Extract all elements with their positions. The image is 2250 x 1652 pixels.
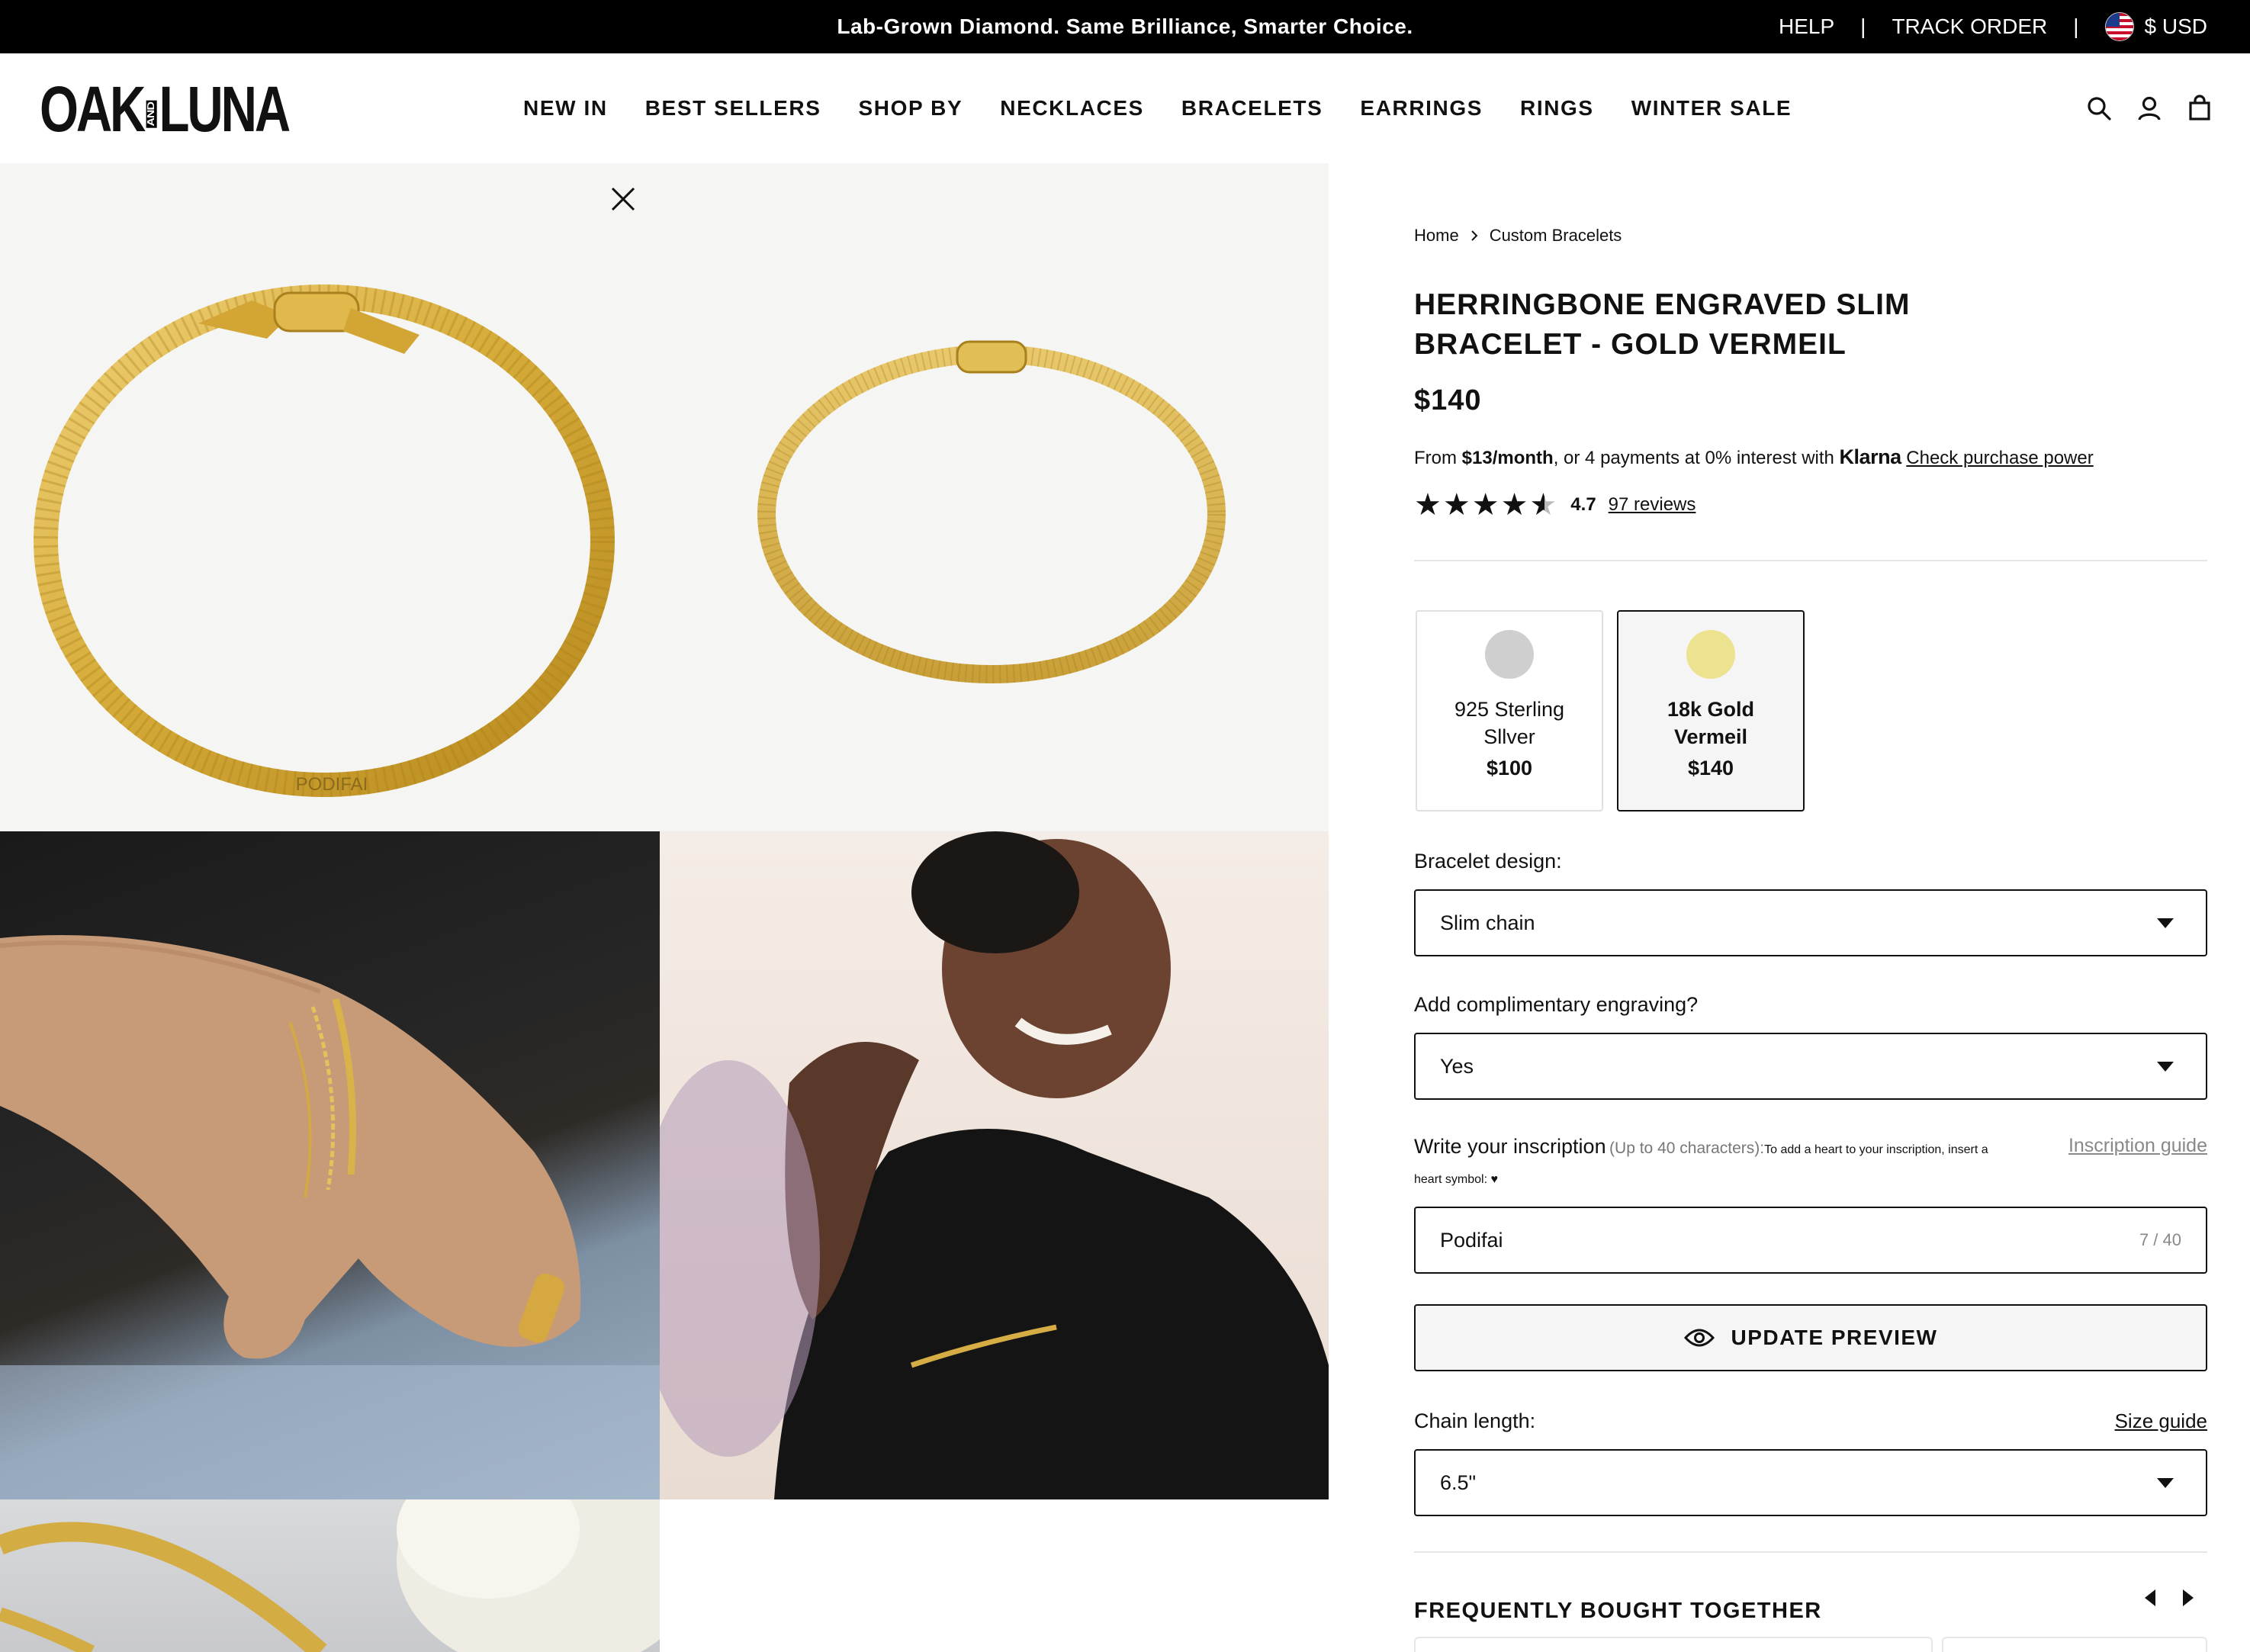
metal-price: $100 <box>1486 757 1533 779</box>
inscription-heart-note: heart symbol: ♥ <box>1414 1173 1498 1186</box>
bag-icon[interactable] <box>2186 95 2213 122</box>
chain-length-value: 6.5" <box>1440 1470 1477 1494</box>
site-header: OAK ANDLUNA NEW IN BEST SELLERS SHOP BY N… <box>0 53 2250 163</box>
divider <box>1414 1551 2207 1553</box>
metal-name: 925 Sterling Sllver <box>1454 698 1565 748</box>
breadcrumb: Home Custom Bracelets <box>1414 226 1622 246</box>
track-order-link[interactable]: TRACK ORDER <box>1892 14 2047 39</box>
update-preview-label: UPDATE PREVIEW <box>1731 1326 1938 1349</box>
klarna-logo: Klarna <box>1839 445 1902 468</box>
inscription-guide-link[interactable]: Inscription guide <box>2068 1135 2207 1157</box>
product-details: Home Custom Bracelets HERRINGBONE ENGRAV… <box>1414 163 2207 1652</box>
star-icon: ★ <box>1471 487 1499 522</box>
breadcrumb-home[interactable]: Home <box>1414 226 1459 246</box>
engraving-preview-text: PODIFAI <box>296 774 368 795</box>
engraving-detail-illustration <box>0 1499 660 1652</box>
gallery-main-image[interactable]: PODIFAI <box>0 163 1329 831</box>
nav-rings[interactable]: RINGS <box>1520 96 1594 121</box>
wrist-illustration <box>0 935 660 1499</box>
product-rating: ★ ★ ★ ★ ★ 4.7 97 reviews <box>1414 490 1696 520</box>
arrow-right-icon[interactable] <box>2183 1589 2194 1606</box>
engraving-select[interactable]: Yes <box>1414 1033 2207 1100</box>
metal-name: 18k Gold Vermeil <box>1667 698 1755 748</box>
update-preview-button[interactable]: UPDATE PREVIEW <box>1414 1304 2207 1371</box>
metal-options: 925 Sterling Sllver $100 18k Gold Vermei… <box>1416 610 1805 812</box>
main-nav: NEW IN BEST SELLERS SHOP BY NECKLACES BR… <box>523 53 1792 163</box>
account-icon[interactable] <box>2136 95 2163 122</box>
close-icon[interactable] <box>610 186 636 212</box>
logo-wordmark: OAK ANDLUNA <box>40 73 291 145</box>
us-flag-icon <box>2104 12 2134 41</box>
inscription-input[interactable]: Podifai 7 / 40 <box>1414 1207 2207 1274</box>
rating-stars: ★ ★ ★ ★ ★ <box>1414 490 1557 520</box>
search-icon[interactable] <box>2085 95 2113 122</box>
inscription-value: Podifai <box>1440 1228 1503 1252</box>
lifestyle-image-model[interactable] <box>660 831 1329 1499</box>
design-select-value: Slim chain <box>1440 911 1535 934</box>
rating-value: 4.7 <box>1570 494 1596 515</box>
recommendation-cards <box>1414 1637 2207 1652</box>
chevron-right-icon <box>1471 230 1478 241</box>
caret-down-icon <box>2157 918 2174 928</box>
design-label: Bracelet design: <box>1414 850 1562 873</box>
product-title: HERRINGBONE ENGRAVED SLIM BRACELET - GOL… <box>1414 288 1911 361</box>
lifestyle-image-wrist[interactable] <box>0 831 660 1499</box>
klarna-purchase-power-link[interactable]: Check purchase power <box>1906 448 2093 468</box>
frequently-bought-heading: FREQUENTLY BOUGHT TOGETHER <box>1414 1599 1822 1623</box>
currency-label: $ USD <box>2144 14 2207 38</box>
silver-swatch <box>1485 630 1534 679</box>
half-star-icon: ★ <box>1529 487 1557 522</box>
model-illustration <box>660 831 1329 1499</box>
divider <box>1414 560 2207 561</box>
utility-links: HELP | TRACK ORDER | $ USD <box>1779 0 2207 53</box>
nav-earrings[interactable]: EARRINGS <box>1360 96 1483 121</box>
nav-necklaces[interactable]: NECKLACES <box>1000 96 1144 121</box>
engraving-select-value: Yes <box>1440 1054 1474 1078</box>
size-guide-link[interactable]: Size guide <box>2115 1409 2207 1433</box>
separator: | <box>2073 14 2079 38</box>
nav-best-sellers[interactable]: BEST SELLERS <box>645 96 821 121</box>
metal-option-gold-vermeil[interactable]: 18k Gold Vermeil $140 <box>1617 610 1805 812</box>
chain-length-select[interactable]: 6.5" <box>1414 1449 2207 1516</box>
detail-image-engraving[interactable] <box>0 1499 660 1652</box>
header-icons <box>2085 53 2213 163</box>
nav-bracelets[interactable]: BRACELETS <box>1181 96 1323 121</box>
inscription-label: Write your inscription (Up to 40 charact… <box>1414 1135 2207 1158</box>
caret-down-icon <box>2157 1062 2174 1072</box>
currency-selector[interactable]: $ USD <box>2104 12 2207 41</box>
nav-shop-by[interactable]: SHOP BY <box>859 96 963 121</box>
klarna-financing: From $13/month, or 4 payments at 0% inte… <box>1414 445 2094 468</box>
separator: | <box>1860 14 1866 38</box>
bracelet-image-plain <box>757 340 1226 683</box>
carousel-controls <box>2145 1589 2194 1606</box>
bracelet-image-engraved: PODIFAI <box>34 284 615 797</box>
logo[interactable]: OAK ANDLUNA <box>40 76 358 142</box>
arrow-left-icon[interactable] <box>2145 1589 2155 1606</box>
character-count: 7 / 40 <box>2139 1230 2181 1249</box>
gold-swatch <box>1686 630 1735 679</box>
eye-icon <box>1683 1329 1715 1347</box>
product-gallery: PODIFAI <box>0 163 1329 1652</box>
star-icon: ★ <box>1442 487 1471 522</box>
caret-down-icon <box>2157 1478 2174 1488</box>
nav-winter-sale[interactable]: WINTER SALE <box>1631 96 1792 121</box>
metal-option-sterling-silver[interactable]: 925 Sterling Sllver $100 <box>1416 610 1603 812</box>
announcement-bar: Lab-Grown Diamond. Same Brilliance, Smar… <box>0 0 2250 53</box>
product-price: $140 <box>1414 384 1482 416</box>
star-icon: ★ <box>1500 487 1528 522</box>
recommendation-card[interactable] <box>1414 1637 1933 1652</box>
nav-new-in[interactable]: NEW IN <box>523 96 608 121</box>
recommendation-card[interactable] <box>1942 1637 2207 1652</box>
chain-length-label: Chain length: <box>1414 1409 1536 1432</box>
breadcrumb-current[interactable]: Custom Bracelets <box>1490 226 1622 246</box>
metal-price: $140 <box>1687 757 1734 779</box>
design-select[interactable]: Slim chain <box>1414 889 2207 956</box>
star-icon: ★ <box>1414 487 1442 522</box>
reviews-link[interactable]: 97 reviews <box>1609 494 1696 516</box>
engraving-label: Add complimentary engraving? <box>1414 993 1699 1016</box>
help-link[interactable]: HELP <box>1779 14 1834 39</box>
